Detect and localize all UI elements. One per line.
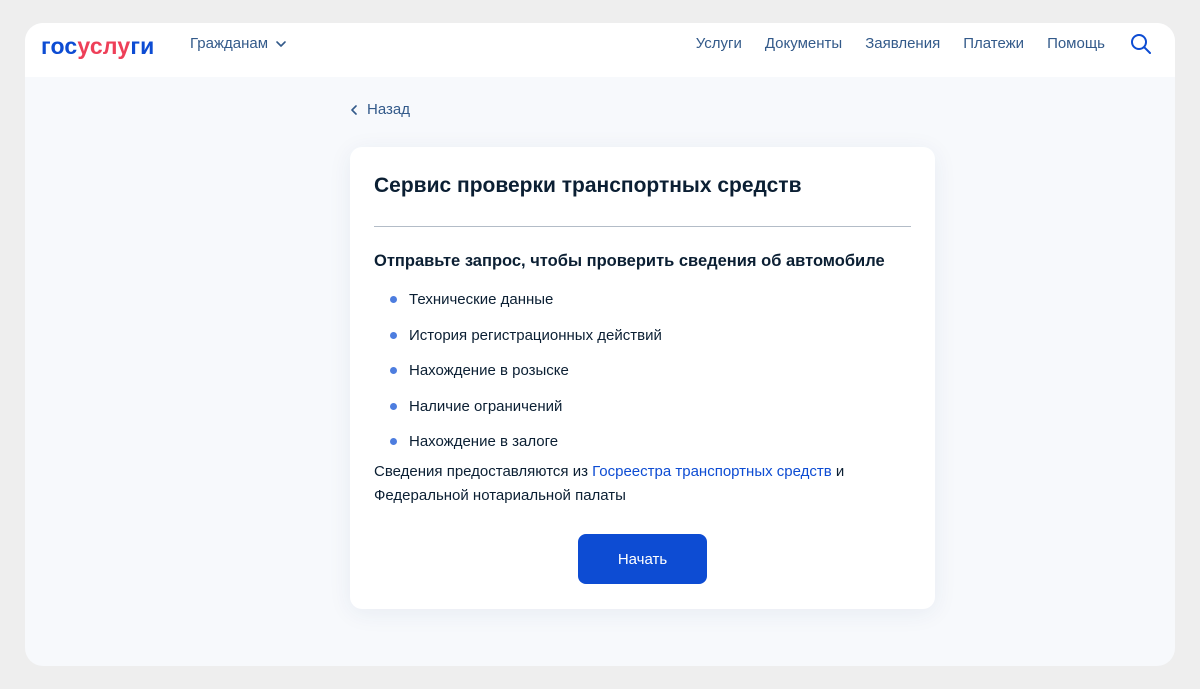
bullet-icon bbox=[390, 296, 397, 304]
chevron-down-icon bbox=[276, 41, 286, 47]
back-link[interactable]: Назад bbox=[349, 100, 410, 120]
chevron-left-icon bbox=[351, 105, 357, 115]
list-item: Нахождение в розыске bbox=[390, 353, 662, 389]
list-item-label: Нахождение в залоге bbox=[409, 433, 559, 451]
search-icon[interactable] bbox=[1130, 33, 1152, 55]
back-link-label: Назад bbox=[367, 101, 410, 118]
bullet-icon bbox=[390, 331, 397, 339]
feature-list: Технические данные История регистрационн… bbox=[390, 282, 662, 460]
list-item: История регистрационных действий bbox=[390, 318, 662, 354]
card-subtitle: Отправьте запрос, чтобы проверить сведен… bbox=[374, 252, 885, 270]
nav-item-applications[interactable]: Заявления bbox=[865, 34, 940, 54]
nav-item-payments[interactable]: Платежи bbox=[963, 34, 1024, 54]
logo-part-3: ги bbox=[130, 33, 155, 59]
list-item-label: История регистрационных действий bbox=[409, 326, 662, 344]
list-item-label: Технические данные bbox=[409, 291, 554, 309]
source-note: Сведения предоставляются из Госреестра т… bbox=[374, 460, 911, 508]
list-item-label: Нахождение в розыске bbox=[409, 362, 569, 380]
main-nav: Услуги Документы Заявления Платежи Помощ… bbox=[696, 34, 1105, 54]
bullet-icon bbox=[390, 367, 397, 375]
nav-item-documents[interactable]: Документы bbox=[765, 34, 842, 54]
nav-item-services[interactable]: Услуги bbox=[696, 34, 742, 54]
bullet-icon bbox=[390, 438, 397, 446]
audience-selector-label: Гражданам bbox=[190, 35, 269, 52]
browser-frame: госуслуги Гражданам Услуги Документы Зая… bbox=[25, 23, 1175, 666]
list-item: Нахождение в залоге bbox=[390, 424, 662, 460]
page-title: Сервис проверки транспортных средств bbox=[374, 174, 802, 197]
registry-link[interactable]: Госреестра транспортных средств bbox=[592, 463, 832, 480]
list-item-label: Наличие ограничений bbox=[409, 397, 563, 415]
audience-selector[interactable]: Гражданам bbox=[190, 34, 288, 54]
list-item: Технические данные bbox=[390, 282, 662, 318]
nav-item-help[interactable]: Помощь bbox=[1047, 34, 1105, 54]
list-item: Наличие ограничений bbox=[390, 389, 662, 425]
gosuslugi-logo[interactable]: госуслуги bbox=[41, 32, 154, 60]
logo-part-2: услу bbox=[77, 33, 131, 59]
service-card: Сервис проверки транспортных средств Отп… bbox=[350, 147, 935, 609]
bullet-icon bbox=[390, 402, 397, 410]
divider bbox=[374, 226, 911, 227]
site-header: госуслуги Гражданам Услуги Документы Зая… bbox=[25, 23, 1175, 77]
source-prefix: Сведения предоставляются из bbox=[374, 463, 593, 480]
start-button[interactable]: Начать bbox=[578, 534, 707, 584]
logo-part-1: гос bbox=[41, 33, 78, 59]
